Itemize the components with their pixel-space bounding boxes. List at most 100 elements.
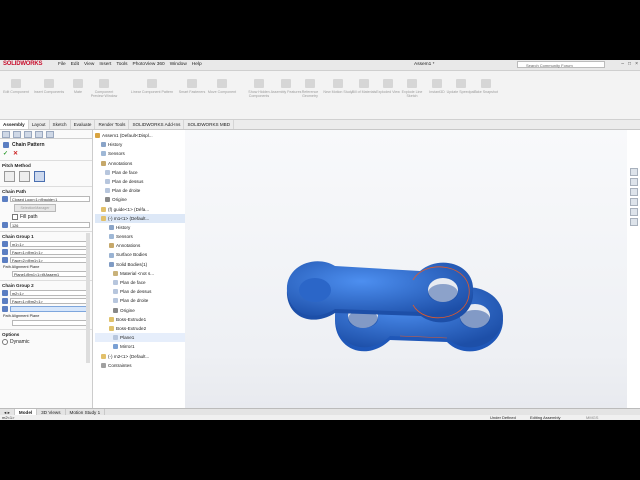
menu-view[interactable]: View: [84, 62, 94, 67]
group2-plane-field[interactable]: [12, 320, 90, 326]
tree-item[interactable]: Mirror1: [95, 342, 185, 351]
tab-sketch[interactable]: Sketch: [50, 120, 71, 129]
resources-icon[interactable]: [630, 168, 638, 176]
tree-item[interactable]: (-) m2<1> (Default...: [95, 352, 185, 361]
smart-fasteners-icon: [187, 79, 197, 88]
distance-linkage2-icon[interactable]: [19, 171, 30, 182]
close-icon[interactable]: ×: [635, 61, 638, 67]
fill-path-checkbox[interactable]: [12, 214, 18, 220]
tab-add-ins[interactable]: SOLIDWORKS Add-Ins: [129, 120, 185, 129]
take-snapshot-button[interactable]: Take Snapshot: [470, 79, 502, 94]
tree-item[interactable]: Surface Bodies: [95, 250, 185, 259]
tree-item[interactable]: Plan de droite: [95, 296, 185, 305]
display-manager-tab-icon[interactable]: [46, 131, 54, 138]
tree-item[interactable]: Plan de face: [95, 168, 185, 177]
design-library-icon[interactable]: [630, 178, 638, 186]
selection-manager-button[interactable]: SelectionManager: [14, 204, 56, 212]
group1-face2-field[interactable]: Face<2>@m1<1>: [10, 257, 90, 263]
plane-icon: [113, 298, 118, 304]
tab-evaluate[interactable]: Evaluate: [71, 120, 96, 129]
move-component-button[interactable]: Move Component: [206, 79, 238, 94]
ok-button[interactable]: ✓: [3, 150, 8, 157]
tree-item[interactable]: Plan de dessus: [95, 287, 185, 296]
tree-item[interactable]: Plan de droite: [95, 186, 185, 195]
menu-photoview[interactable]: PhotoView 360: [133, 62, 165, 67]
group2-face1-field[interactable]: Face<1>@m2<1>: [10, 298, 90, 304]
status-bar: m2<1> Under Defined Editing Assembly MMG…: [0, 415, 640, 420]
status-units[interactable]: MMGS: [586, 415, 598, 420]
minimize-icon[interactable]: –: [621, 61, 624, 67]
tree-item[interactable]: Plan de dessus: [95, 177, 185, 186]
tree-item[interactable]: History: [95, 140, 185, 149]
config-manager-tab-icon[interactable]: [24, 131, 32, 138]
tree-item[interactable]: Sensors: [95, 232, 185, 241]
insert-components-button[interactable]: Insert Components: [33, 79, 65, 94]
tree-item[interactable]: Boss-Extrude2: [95, 324, 185, 333]
chain-path-field[interactable]: Closed Loop<1>@guide<1: [10, 196, 90, 202]
dynamic-radio[interactable]: [2, 339, 8, 345]
graphics-area[interactable]: [185, 130, 627, 408]
tree-item[interactable]: Contraintes: [95, 361, 185, 370]
tree-item[interactable]: (f) guide<1> (Défa...: [95, 205, 185, 214]
feature-tree-tab-icon[interactable]: [2, 131, 10, 138]
tab-mbd[interactable]: SOLIDWORKS MBD: [184, 120, 235, 129]
menu-bar: File Edit View Insert Tools PhotoView 36…: [58, 62, 202, 67]
tree-item[interactable]: Origine: [95, 195, 185, 204]
tree-item[interactable]: Sensors: [95, 149, 185, 158]
tree-item[interactable]: Plan de face: [95, 278, 185, 287]
instances-field[interactable]: 126: [10, 222, 90, 228]
material-icon: [113, 270, 118, 276]
group1-face1-field[interactable]: Face<1>@m1<1>: [10, 249, 90, 255]
view-palette-icon[interactable]: [630, 198, 638, 206]
plane-icon: [113, 289, 118, 295]
menu-insert[interactable]: Insert: [99, 62, 111, 67]
component-preview-button[interactable]: Component Preview Window: [88, 79, 120, 98]
tree-item[interactable]: Origine: [95, 306, 185, 315]
tab-layout[interactable]: Layout: [29, 120, 50, 129]
custom-properties-icon[interactable]: [630, 218, 638, 226]
edit-component-button[interactable]: Edit Component: [0, 79, 32, 94]
options-section[interactable]: Options: [0, 329, 92, 338]
tree-item[interactable]: Plane1: [95, 333, 185, 343]
sensors-icon: [101, 151, 106, 157]
group2-component-field[interactable]: m2<1>: [10, 290, 90, 296]
property-manager-tab-icon[interactable]: [13, 131, 21, 138]
menu-window[interactable]: Window: [170, 62, 187, 67]
tree-item[interactable]: Annotations: [95, 159, 185, 168]
insert-components-icon: [44, 79, 54, 88]
tree-item[interactable]: Annotations: [95, 241, 185, 250]
cancel-button[interactable]: ✕: [13, 150, 18, 157]
menu-help[interactable]: Help: [192, 62, 202, 67]
dimxpert-tab-icon[interactable]: [35, 131, 43, 138]
distance-linkage-icon[interactable]: [4, 171, 15, 182]
chain-group1-section[interactable]: Chain Group 1: [0, 231, 92, 240]
tab-assembly[interactable]: Assembly: [0, 120, 29, 129]
tree-item[interactable]: Assem1 (Default<Displ...: [95, 131, 185, 140]
menu-tools[interactable]: Tools: [116, 62, 127, 67]
part-icon: [101, 215, 106, 221]
tree-item[interactable]: Material <not s...: [95, 269, 185, 278]
group1-plane-field[interactable]: Plane1@m1<1>@Assem1: [12, 271, 90, 277]
tree-item[interactable]: History: [95, 223, 185, 232]
chain-group2-section[interactable]: Chain Group 2: [0, 280, 92, 289]
menu-edit[interactable]: Edit: [71, 62, 79, 67]
tree-item[interactable]: (-) m1<1> (Default...: [95, 213, 185, 223]
model-view[interactable]: [185, 130, 627, 408]
appearances-icon[interactable]: [630, 208, 638, 216]
linear-pattern-icon: [147, 79, 157, 88]
search-input[interactable]: Search Community Forum: [517, 61, 605, 68]
menu-file[interactable]: File: [58, 62, 66, 67]
smart-fasteners-button[interactable]: Smart Fasteners: [176, 79, 208, 94]
linear-pattern-button[interactable]: Linear Component Pattern: [130, 79, 174, 94]
connected-linkage-icon[interactable]: [34, 171, 45, 182]
maximize-icon[interactable]: □: [628, 61, 631, 67]
tree-item[interactable]: Boss-Extrude1: [95, 315, 185, 324]
file-explorer-icon[interactable]: [630, 188, 638, 196]
group2-face2-field[interactable]: [10, 306, 90, 312]
group1-component-field[interactable]: m1<1>: [10, 241, 90, 247]
tree-item[interactable]: Solid Bodies(1): [95, 260, 185, 269]
tab-render-tools[interactable]: Render Tools: [95, 120, 130, 129]
chain-path-section[interactable]: Chain Path: [0, 186, 92, 195]
pitch-method-section[interactable]: Pitch Method: [0, 160, 92, 169]
pm-scrollbar[interactable]: [86, 233, 90, 363]
